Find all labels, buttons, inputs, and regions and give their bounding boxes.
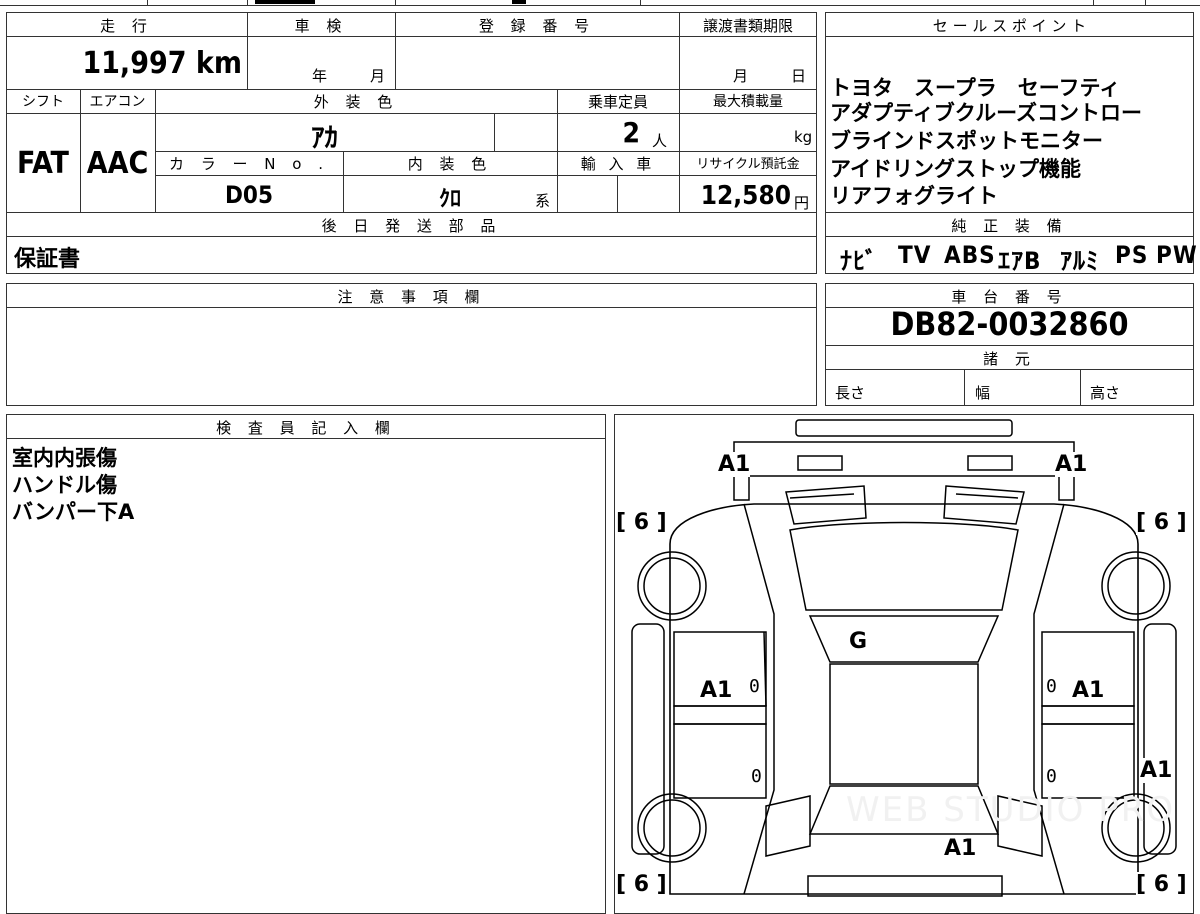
mark-right-rear: A1 [1140,758,1173,783]
mark-right-door: A1 [1072,678,1105,703]
header-transfer-deadline: 譲渡書類期限 [702,17,793,35]
mark-zero: 0 [1046,766,1057,787]
equipment-item: PW [1156,241,1198,269]
header-chassis-number: 車 台 番 号 [951,288,1068,306]
sales-point-item: トヨタ スープラ セーフティ [830,76,1121,100]
header-color-no: カ ラ ー N o . [168,155,329,173]
equipment-item: ｱﾙﾐ [1060,247,1099,275]
mark-zero: 0 [749,676,760,697]
interior-color-value: ｸﾛ [438,187,461,212]
header-max-load: 最大積載量 [713,94,783,110]
transfer-month-label: 月 [733,67,749,85]
mark-windshield: G [849,629,868,654]
sales-point-item: ブラインドスポットモニター [830,129,1103,153]
aircon-value: AAC [86,146,149,181]
recycle-unit: 円 [794,194,810,212]
header-specs: 諸 元 [983,350,1036,368]
capacity-value: 2 [622,116,640,149]
exterior-color-value: ｱｶ [311,123,338,154]
max-load-unit: kg [794,128,813,146]
header-imported: 輸 入 車 [580,155,656,173]
mark-zero: 0 [751,766,762,787]
equipment-item: ABS [944,241,996,269]
mileage-unit: km [195,46,242,81]
header-interior-color: 内 装 色 [407,155,493,173]
header-registration: 登 録 番 号 [478,17,596,35]
header-exterior-color: 外 装 色 [313,93,399,111]
mark-tire-front-right: [ 6 ] [1136,510,1187,535]
watermark: WEB STUDIO PRO [846,790,1176,830]
header-standard-equipment: 純 正 装 備 [951,217,1068,235]
sales-point-item: アイドリングストップ機能 [830,157,1081,181]
later-parts-value: 保証書 [14,247,81,272]
mark-front-left: A1 [718,452,751,477]
interior-suffix: 系 [535,192,551,210]
inspector-note-line: バンパー下A [12,500,135,524]
color-no-value: D05 [225,181,273,209]
mileage-value: 11,997 km [82,46,242,81]
equipment-item: ｴｱB [998,247,1042,275]
mark-front-right: A1 [1055,452,1088,477]
mark-tire-rear-left: [ 6 ] [616,872,667,897]
inspector-note-line: ハンドル傷 [12,473,117,497]
mark-left-door: A1 [700,678,733,703]
header-inspector-notes: 検 査 員 記 入 欄 [216,419,396,437]
mark-tire-front-left: [ 6 ] [616,510,667,535]
header-inspection: 車 検 [294,17,348,35]
shift-value: FAT [17,146,69,181]
header-later-parts: 後 日 発 送 部 品 [321,217,502,235]
recycle-fee-value: 12,580 [700,181,791,211]
sales-point-item: リアフォグライト [830,184,998,208]
header-recycle-fee: リサイクル預託金 [696,157,800,172]
sales-point-item: アダプティブクルーズコントロー [830,101,1143,125]
inspection-year-label: 年 [312,67,328,85]
capacity-unit: 人 [652,132,668,150]
header-shift: シフト [22,94,64,110]
transfer-day-label: 日 [791,67,807,85]
header-sales-points: セ ー ル ス ポ イ ン ト [932,17,1087,35]
spec-length-label: 長さ [835,384,866,402]
inspector-note-line: 室内内張傷 [12,446,117,470]
header-capacity: 乗車定員 [587,93,648,111]
spec-height-label: 高さ [1090,384,1121,402]
mark-rear: A1 [944,836,977,861]
header-notes: 注 意 事 項 欄 [337,288,486,306]
chassis-number-value: DB82-0032860 [890,305,1129,343]
equipment-item: PS [1115,241,1149,269]
mark-tire-rear-right: [ 6 ] [1136,872,1187,897]
header-mileage: 走 行 [100,17,153,35]
spec-width-label: 幅 [975,384,991,402]
mark-zero: 0 [1046,676,1057,697]
header-aircon: エアコン [89,94,146,110]
inspection-month-label: 月 [370,67,386,85]
equipment-item: ﾅﾋﾞ [840,247,878,275]
equipment-item: TV [898,241,932,269]
